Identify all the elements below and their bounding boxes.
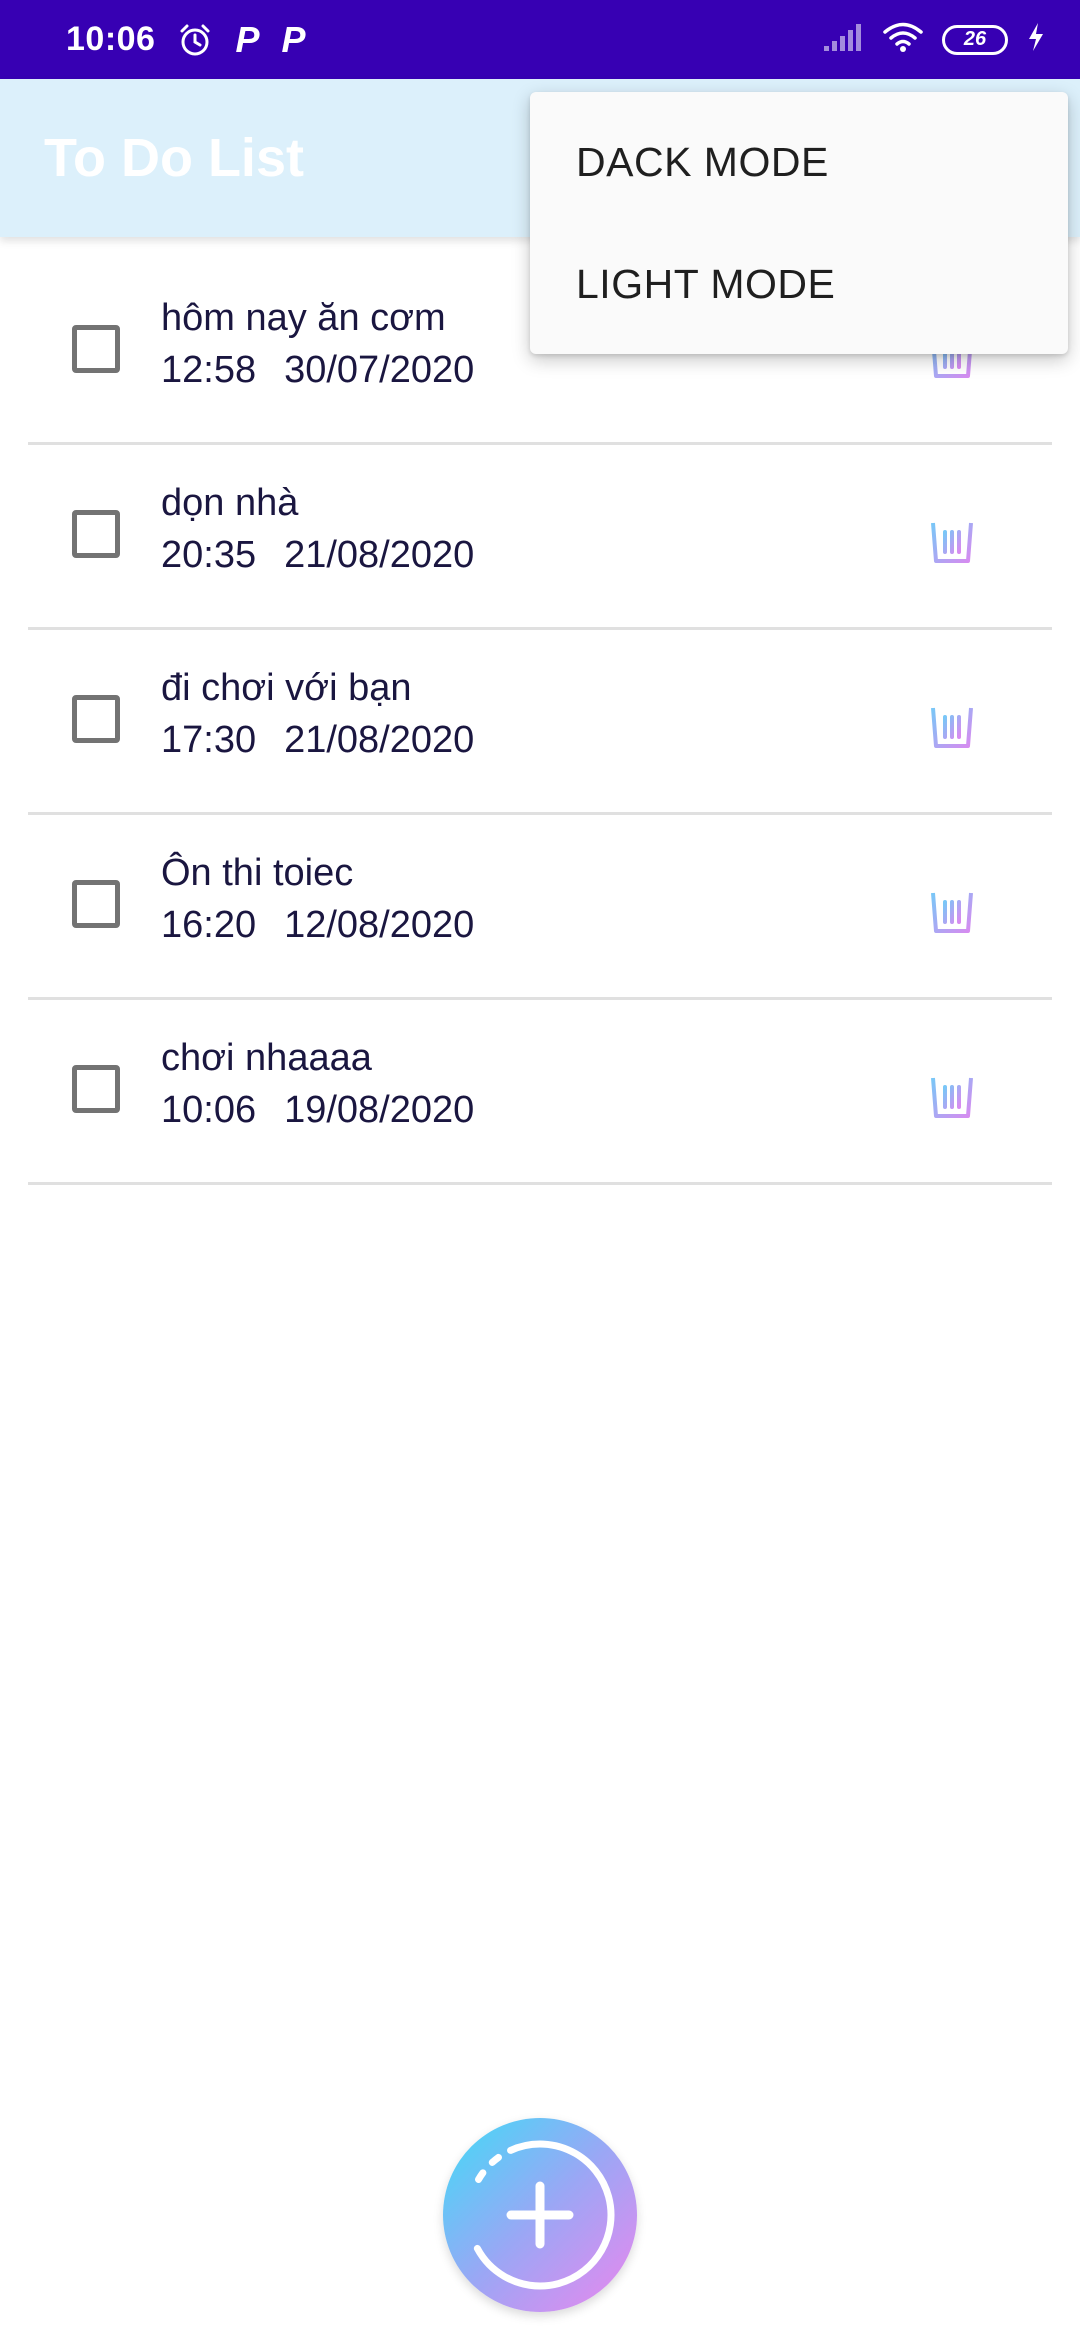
list-item[interactable]: dọn nhà 20:35 21/08/2020: [28, 445, 1052, 630]
task-title: Ôn thi toiec: [161, 852, 354, 894]
task-checkbox[interactable]: [72, 1065, 120, 1113]
plus-icon: [465, 2140, 615, 2290]
trash-icon[interactable]: [924, 505, 980, 565]
task-time: 16:20: [161, 904, 257, 946]
menu-item-dark-mode[interactable]: DACK MODE: [530, 98, 1068, 226]
add-task-button[interactable]: [443, 2118, 637, 2312]
status-right: 26: [822, 0, 1046, 79]
status-bar: 10:06 P P 26: [0, 0, 1080, 79]
status-left: 10:06 P P: [66, 0, 306, 79]
screen: 10:06 P P 26 To Do List hôm nay ăn cơm 1…: [0, 0, 1080, 2340]
list-item[interactable]: Ôn thi toiec 16:20 12/08/2020: [28, 815, 1052, 1000]
parking-icon: P: [281, 18, 306, 60]
task-text: Ôn thi toiec 16:20 12/08/2020: [161, 847, 474, 951]
task-title: đi chơi với bạn: [161, 667, 412, 709]
task-text: chơi nhaaaa 10:06 19/08/2020: [161, 1032, 474, 1136]
battery-level: 26: [963, 28, 987, 50]
parking-icon: P: [235, 18, 260, 60]
task-title: chơi nhaaaa: [161, 1037, 372, 1079]
wifi-icon: [882, 21, 924, 58]
task-checkbox[interactable]: [72, 510, 120, 558]
status-time: 10:06: [66, 20, 156, 58]
task-meta: 10:06 19/08/2020: [161, 1084, 474, 1136]
task-date: 30/07/2020: [284, 349, 475, 391]
task-date: 21/08/2020: [284, 534, 475, 576]
overflow-menu: DACK MODE LIGHT MODE: [530, 92, 1068, 354]
trash-icon[interactable]: [924, 1060, 980, 1120]
alarm-icon: [177, 22, 213, 58]
task-checkbox[interactable]: [72, 695, 120, 743]
task-meta: 16:20 12/08/2020: [161, 899, 474, 951]
signal-icon: [822, 22, 864, 57]
menu-item-light-mode[interactable]: LIGHT MODE: [530, 220, 1068, 348]
task-list: hôm nay ăn cơm 12:58 30/07/2020 dọn nhà …: [28, 260, 1052, 1185]
task-date: 12/08/2020: [284, 904, 475, 946]
list-item[interactable]: đi chơi với bạn 17:30 21/08/2020: [28, 630, 1052, 815]
battery-icon: 26: [942, 24, 1008, 55]
task-checkbox[interactable]: [72, 325, 120, 373]
task-time: 12:58: [161, 349, 257, 391]
task-title: hôm nay ăn cơm: [161, 297, 446, 339]
task-time: 20:35: [161, 534, 257, 576]
task-checkbox[interactable]: [72, 880, 120, 928]
task-date: 21/08/2020: [284, 719, 475, 761]
trash-icon[interactable]: [924, 690, 980, 750]
trash-icon[interactable]: [924, 875, 980, 935]
task-meta: 20:35 21/08/2020: [161, 529, 474, 581]
task-time: 10:06: [161, 1089, 257, 1131]
task-date: 19/08/2020: [284, 1089, 475, 1131]
charging-icon: [1026, 22, 1046, 57]
task-meta: 12:58 30/07/2020: [161, 344, 474, 396]
task-text: đi chơi với bạn 17:30 21/08/2020: [161, 662, 474, 766]
task-time: 17:30: [161, 719, 257, 761]
list-item[interactable]: chơi nhaaaa 10:06 19/08/2020: [28, 1000, 1052, 1185]
task-text: hôm nay ăn cơm 12:58 30/07/2020: [161, 292, 474, 396]
task-title: dọn nhà: [161, 482, 299, 524]
task-meta: 17:30 21/08/2020: [161, 714, 474, 766]
page-title: To Do List: [44, 128, 304, 188]
task-text: dọn nhà 20:35 21/08/2020: [161, 477, 474, 581]
